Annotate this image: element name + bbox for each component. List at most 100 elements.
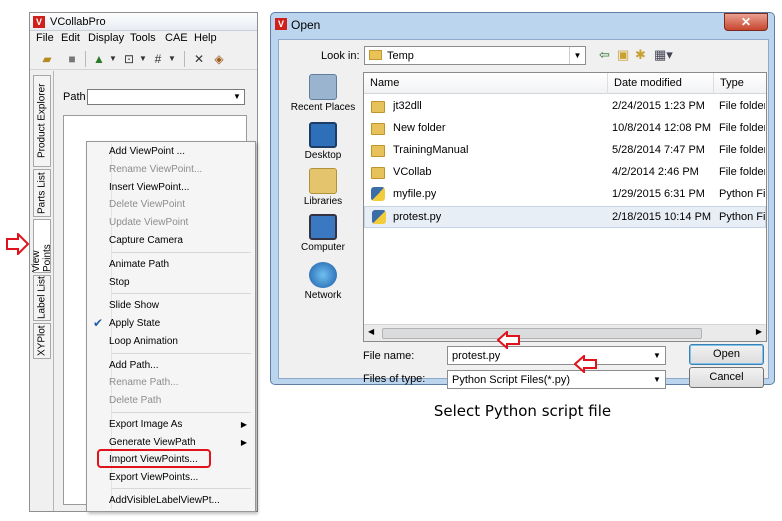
menu-item-apply-state[interactable]: Apply State [109,318,160,329]
menu-cae[interactable]: CAE [165,32,188,44]
menu-separator [111,252,251,253]
chevron-down-icon[interactable]: ▼ [230,90,244,104]
place-label: Computer [301,242,345,253]
vcollab-logo-icon: V [275,18,287,30]
open-folder-icon[interactable]: ▰ [40,52,54,66]
chevron-down-icon[interactable]: ▼ [649,371,665,388]
menu-item-add-path[interactable]: Add Path... [109,360,158,371]
place-desktop[interactable]: Desktop [285,122,361,161]
place-libraries[interactable]: Libraries [285,168,361,207]
file-type: File folder [719,100,765,112]
cross-icon[interactable]: ✕ [192,52,206,66]
chevron-down-icon[interactable]: ▼ [106,52,120,66]
column-type[interactable]: Type [714,73,766,94]
file-name: jt32dll [393,100,422,112]
tab-view-points[interactable]: View Points [31,219,53,273]
network-icon [309,262,337,288]
close-button[interactable]: ✕ [724,13,768,31]
file-row[interactable]: myfile.py 1/29/2015 6:31 PM Python Fil [364,184,766,206]
menu-item-delete-viewpoint[interactable]: Delete ViewPoint [109,199,185,210]
file-row[interactable]: New folder 10/8/2014 12:08 PM File folde… [364,118,766,140]
file-list: Name Date modified Type jt32dll 2/24/201… [363,72,767,342]
tab-label-list[interactable]: Label List [33,275,51,321]
file-type: File folder [719,122,765,134]
new-folder-icon[interactable]: ✱ [635,48,646,62]
cube-icon[interactable]: ◈ [212,52,226,66]
chevron-down-icon[interactable]: ▼ [136,52,150,66]
back-arrow-icon[interactable]: ⇦ [599,48,610,62]
horizontal-scrollbar[interactable]: ◀ ▶ [364,324,766,341]
place-network[interactable]: Network [285,262,361,301]
folder-icon [371,145,385,157]
menu-file[interactable]: File [36,32,54,44]
up-folder-icon[interactable]: ▣ [617,48,629,62]
file-name-input[interactable]: protest.py ▼ [447,346,666,365]
file-row[interactable]: VCollab 4/2/2014 2:46 PM File folder [364,162,766,184]
place-computer[interactable]: Computer [285,214,361,253]
menu-item-generate-viewpath[interactable]: Generate ViewPath [109,437,196,448]
path-combo[interactable]: ▼ [87,89,245,105]
menu-item-add-viewpoint[interactable]: Add ViewPoint ... [109,146,185,157]
chevron-down-icon[interactable]: ▼ [165,52,179,66]
file-date: 5/28/2014 7:47 PM [612,144,705,156]
file-name: TrainingManual [393,144,469,156]
menu-edit[interactable]: Edit [61,32,80,44]
menu-item-capture-camera[interactable]: Capture Camera [109,235,183,246]
folder-icon [369,50,382,60]
view-menu-icon[interactable]: ▦▾ [654,48,673,62]
file-date: 2/18/2015 10:14 PM [612,211,712,223]
menu-item-rename-viewpoint[interactable]: Rename ViewPoint... [109,164,202,175]
file-row-selected[interactable]: protest.py 2/18/2015 10:14 PM Python Fil [364,206,766,228]
toolbar-divider [85,51,86,67]
path-label: Path [63,91,86,103]
file-name: protest.py [393,211,442,223]
scroll-left-icon[interactable]: ◀ [368,327,374,336]
file-type-select[interactable]: Python Script Files(*.py) ▼ [447,370,666,389]
open-button[interactable]: Open [689,344,764,365]
menu-item-insert-viewpoint[interactable]: Insert ViewPoint... [109,182,189,193]
place-recent-places[interactable]: Recent Places [285,74,361,113]
file-row[interactable]: TrainingManual 5/28/2014 7:47 PM File fo… [364,140,766,162]
file-name-value: protest.py [452,350,501,362]
column-date-modified[interactable]: Date modified [608,73,714,94]
file-row[interactable]: jt32dll 2/24/2015 1:23 PM File folder [364,96,766,118]
folder-icon [371,123,385,135]
menu-item-import-viewpoints[interactable]: Import ViewPoints... [109,454,198,465]
open-dialog: V Open ✕ Look in: Temp ▼ ⇦ ▣ ✱ ▦▾ Recent… [270,12,775,389]
display-model-icon[interactable]: ▲ [92,52,106,66]
fit-view-icon[interactable]: ⊡ [122,52,136,66]
menu-item-animate-path[interactable]: Animate Path [109,259,169,270]
menu-help[interactable]: Help [194,32,217,44]
grid-icon[interactable]: # [151,52,165,66]
save-icon[interactable]: ■ [65,52,79,66]
chevron-down-icon[interactable]: ▼ [649,347,665,364]
scrollbar-thumb[interactable] [382,328,702,339]
look-in-combo[interactable]: Temp ▼ [364,46,586,65]
menu-item-slide-show[interactable]: Slide Show [109,300,159,311]
cancel-button[interactable]: Cancel [689,367,764,388]
menu-tools[interactable]: Tools [130,32,156,44]
menubar: File Edit Display Tools CAE Help [30,31,257,47]
menu-display[interactable]: Display [88,32,124,44]
file-list-header: Name Date modified Type [364,73,766,94]
menu-separator [111,488,251,489]
places-bar: Recent Places Desktop Libraries Computer… [285,72,361,338]
menu-item-delete-path[interactable]: Delete Path [109,395,161,406]
vcollab-logo-icon: V [33,16,45,28]
menu-item-add-visible-label-viewpt[interactable]: AddVisibleLabelViewPt... [109,495,220,506]
file-name: VCollab [393,166,432,178]
side-tabs: Product Explorer Parts List View Points … [30,71,54,511]
menu-item-update-viewpoint[interactable]: Update ViewPoint [109,217,188,228]
column-name[interactable]: Name [364,73,608,94]
menu-item-loop-animation[interactable]: Loop Animation [109,336,178,347]
tab-parts-list[interactable]: Parts List [33,169,51,217]
menu-item-export-viewpoints[interactable]: Export ViewPoints... [109,472,198,483]
tab-xyplot[interactable]: XYPlot [33,323,51,359]
menu-item-rename-path[interactable]: Rename Path... [109,377,178,388]
tab-product-explorer[interactable]: Product Explorer [33,75,51,167]
chevron-down-icon[interactable]: ▼ [569,47,585,64]
scroll-right-icon[interactable]: ▶ [756,327,762,336]
menu-item-stop[interactable]: Stop [109,277,130,288]
menu-item-export-image-as[interactable]: Export Image As [109,419,182,430]
menu-separator [111,412,251,413]
